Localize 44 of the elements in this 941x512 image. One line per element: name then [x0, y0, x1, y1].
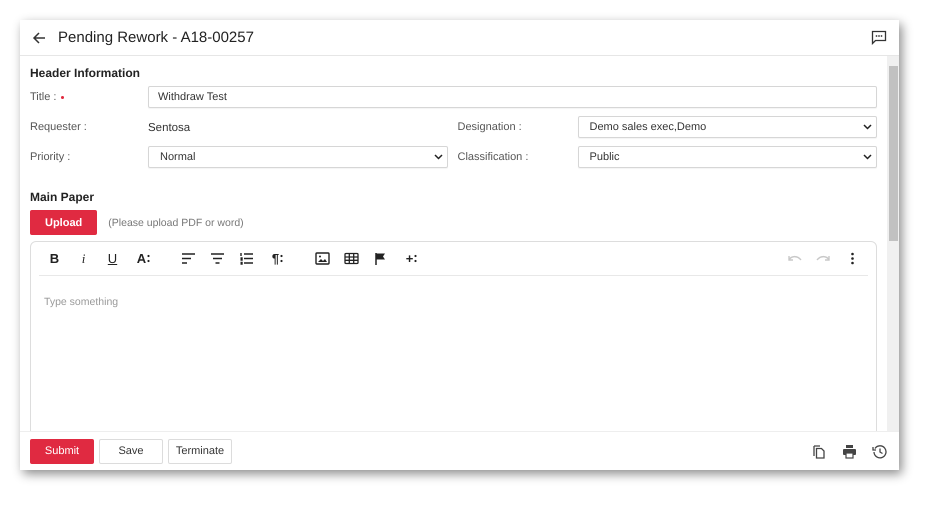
align-left-icon[interactable]: [181, 252, 196, 265]
comment-icon[interactable]: [871, 30, 887, 45]
back-arrow-icon[interactable]: [32, 30, 46, 44]
toolbar-button[interactable]: B: [47, 251, 62, 266]
field-label: Classification :: [458, 151, 528, 163]
editor-placeholder: Type something: [43, 295, 120, 310]
numbered-list-icon[interactable]: [239, 252, 254, 265]
footer-button[interactable]: Save: [99, 438, 163, 464]
required-mark: [60, 96, 64, 98]
toolbar-button[interactable]: U: [105, 251, 120, 266]
upload-button[interactable]: Upload: [30, 210, 98, 235]
toolbar-button[interactable]: i: [76, 250, 91, 266]
align-center-icon[interactable]: [210, 252, 225, 265]
upload-hint: (Please upload PDF or word): [108, 216, 244, 228]
field-label: Designation :: [458, 121, 522, 133]
field-label: Priority :: [30, 151, 70, 163]
field-label: Requester :: [30, 121, 87, 133]
toolbar-button[interactable]: +: [402, 251, 421, 266]
dots-icon: [280, 254, 284, 263]
footer-button[interactable]: Terminate: [168, 438, 232, 464]
dots-icon: [147, 254, 150, 263]
dropdown[interactable]: Normal: [148, 146, 448, 168]
scrollbar[interactable]: [887, 56, 899, 431]
text-field[interactable]: Withdraw Test: [148, 86, 877, 108]
copy-icon[interactable]: [812, 444, 827, 458]
toolbar-button[interactable]: A: [134, 251, 153, 266]
image-icon[interactable]: [315, 252, 330, 265]
table-icon[interactable]: [344, 252, 359, 265]
field-label: Title :: [30, 91, 56, 103]
toolbar-button[interactable]: ¶: [268, 251, 287, 266]
chevron-down-icon: [863, 124, 872, 130]
field-value: Sentosa: [148, 122, 190, 134]
chevron-down-icon: [863, 154, 872, 160]
history-icon[interactable]: [872, 444, 887, 458]
flag-icon[interactable]: [373, 252, 388, 265]
submit-button[interactable]: Submit: [30, 438, 94, 464]
dropdown[interactable]: Demo sales exec,Demo: [578, 116, 877, 138]
print-icon[interactable]: [842, 444, 857, 458]
section-heading: Header Information: [30, 66, 142, 80]
window-title: Pending Rework - A18-00257: [58, 29, 254, 46]
dots-icon: [414, 254, 418, 263]
section-heading: Main Paper: [30, 190, 96, 204]
chevron-down-icon: [434, 154, 442, 160]
dropdown[interactable]: Public: [578, 146, 877, 168]
